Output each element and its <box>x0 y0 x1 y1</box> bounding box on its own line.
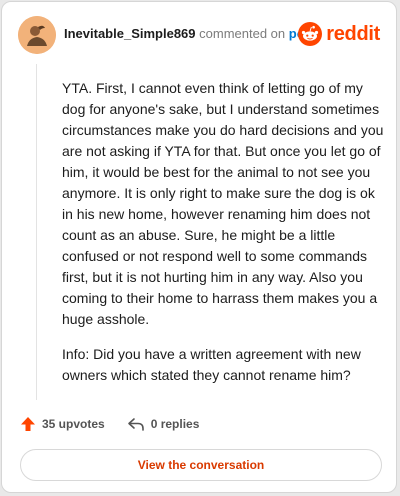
action-text: commented on <box>199 26 286 41</box>
avatar[interactable] <box>18 16 56 54</box>
thread-line <box>36 64 37 400</box>
comment-actions: 35 upvotes 0 replies <box>20 416 221 432</box>
upvote-count: 35 upvotes <box>42 417 105 431</box>
view-conversation-button[interactable]: View the conversation <box>20 449 382 481</box>
comment-paragraph: Info: Did you have a written agreement w… <box>62 346 361 383</box>
reddit-snoo-icon <box>298 22 323 46</box>
comment-paragraph: YTA. First, I cannot even think of letti… <box>62 80 384 327</box>
reply-arrow-icon <box>127 418 144 431</box>
comment-card: Inevitable_Simple869 commented on post r… <box>1 1 397 493</box>
upvote-button[interactable]: 35 upvotes <box>20 416 105 432</box>
upvote-arrow-icon <box>21 417 35 431</box>
comment-body: YTA. First, I cannot even think of letti… <box>62 78 384 400</box>
reply-button[interactable]: 0 replies <box>127 416 200 432</box>
brand-wordmark: reddit <box>326 22 380 45</box>
reddit-logo[interactable]: reddit <box>298 22 380 46</box>
avatar-icon <box>18 16 56 54</box>
reply-count: 0 replies <box>150 417 200 431</box>
username-link[interactable]: Inevitable_Simple869 <box>64 26 196 41</box>
comment-header: Inevitable_Simple869 commented on post <box>64 26 316 41</box>
